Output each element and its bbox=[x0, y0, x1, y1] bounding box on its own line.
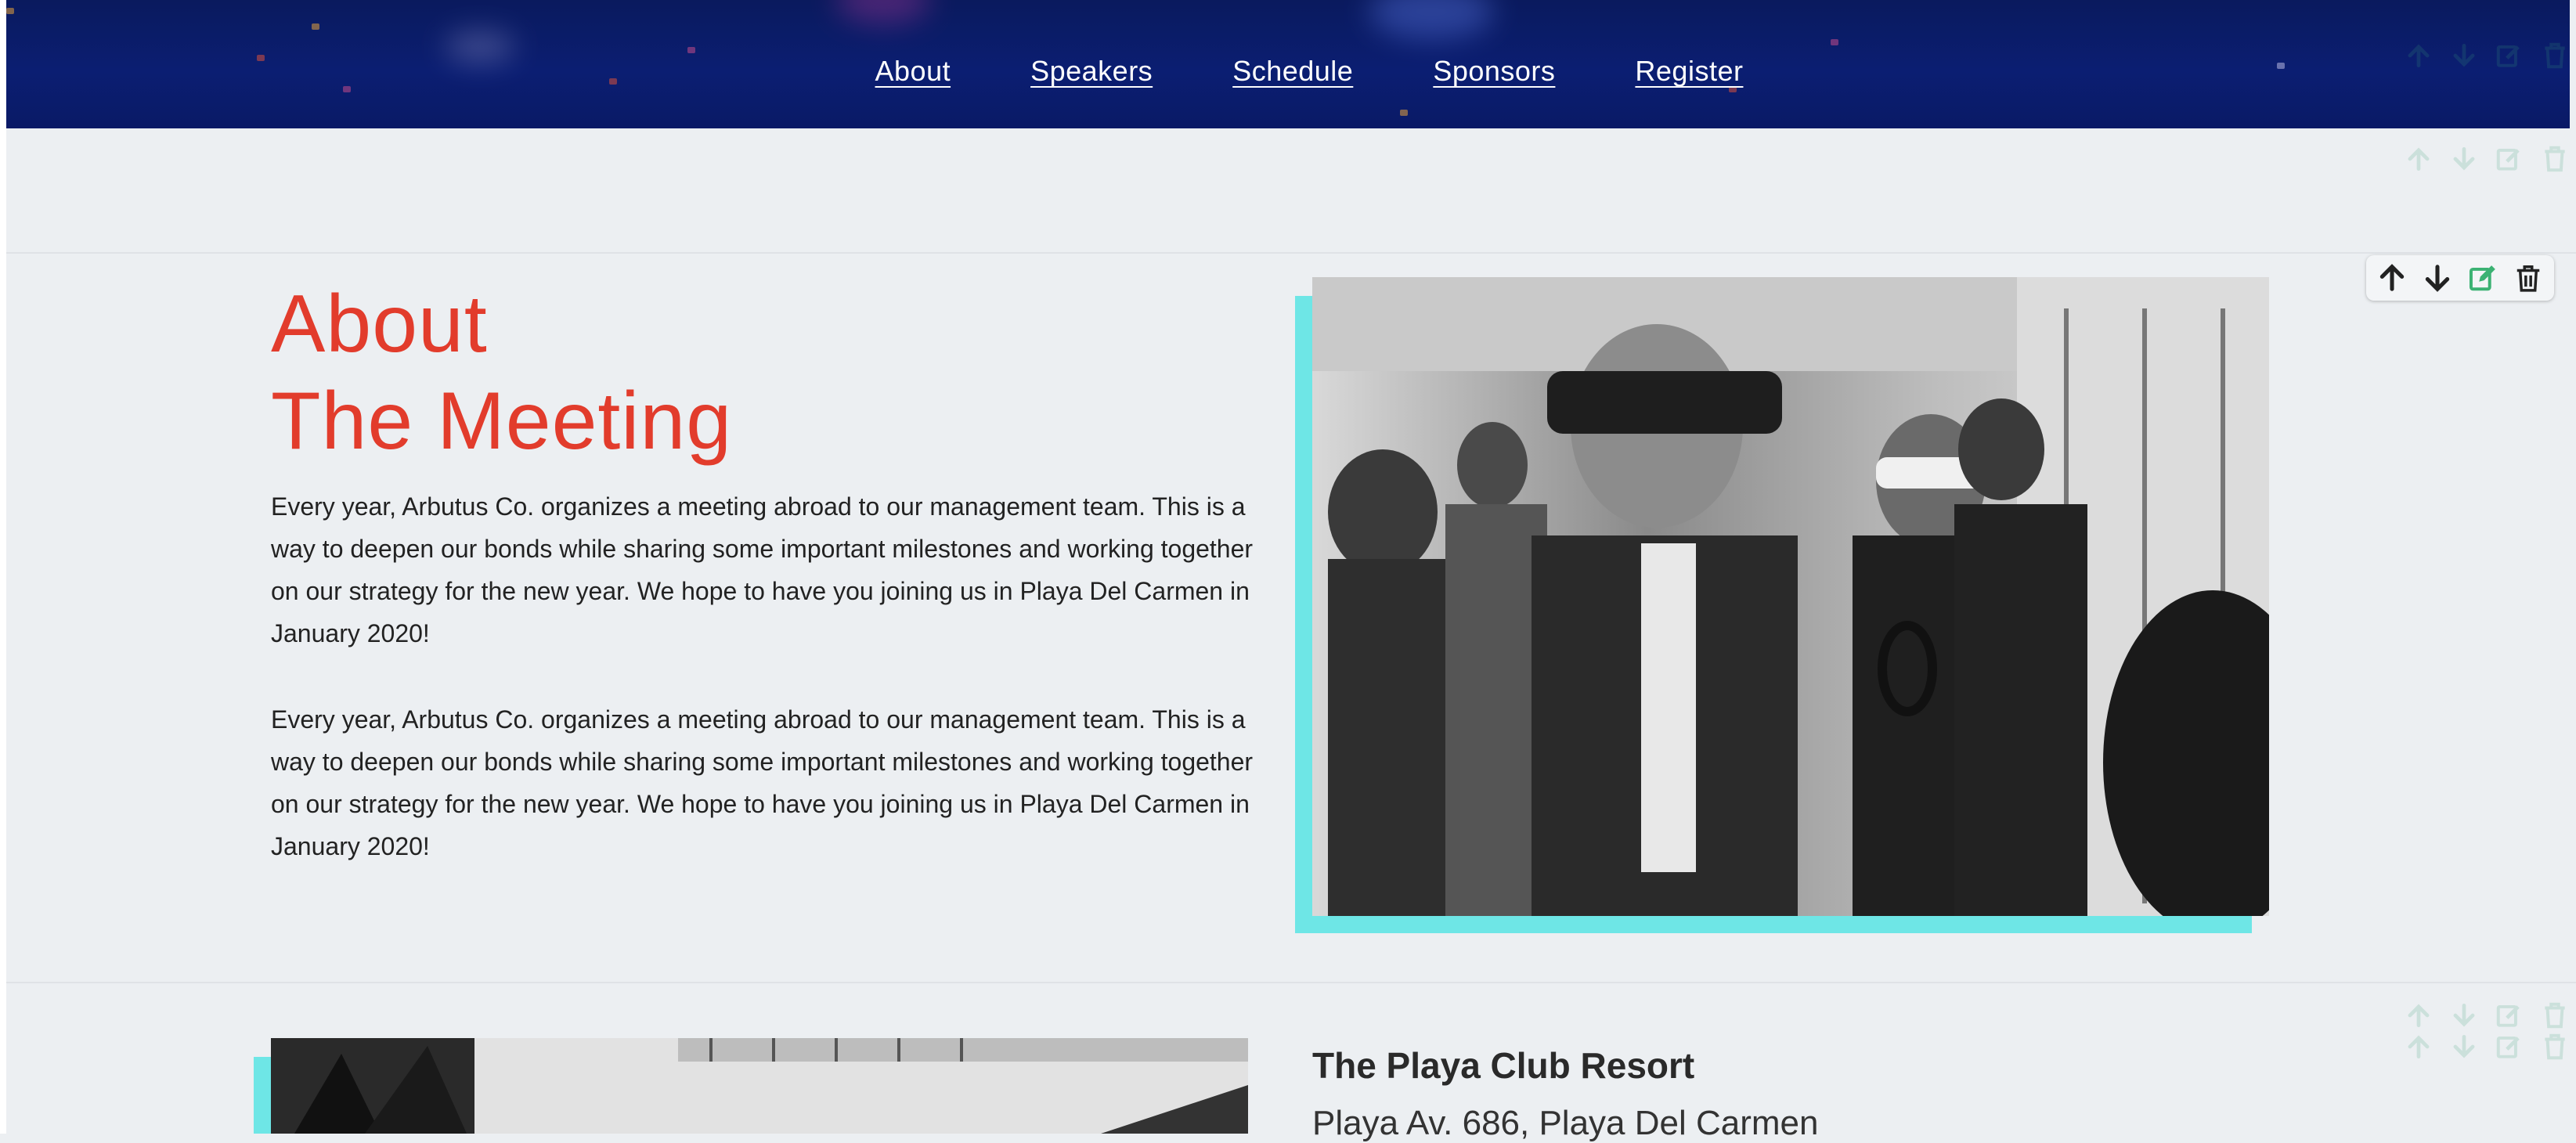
edit-icon[interactable] bbox=[2495, 41, 2524, 70]
arrow-down-icon[interactable] bbox=[2449, 1001, 2479, 1030]
nav-link-register[interactable]: Register bbox=[1635, 55, 1743, 88]
about-heading: About The Meeting bbox=[271, 276, 732, 470]
venue-name: The Playa Club Resort bbox=[1312, 1045, 1695, 1086]
edit-icon[interactable] bbox=[2495, 1032, 2524, 1062]
about-heading-line-2: The Meeting bbox=[271, 376, 733, 467]
nav-link-speakers[interactable]: Speakers bbox=[1030, 55, 1153, 88]
arrow-up-icon[interactable] bbox=[2404, 144, 2433, 174]
venue-photo bbox=[271, 1038, 1248, 1134]
arrow-down-icon[interactable] bbox=[2449, 1032, 2479, 1062]
section-controls-venue bbox=[2404, 1001, 2570, 1030]
about-heading-line-1: About bbox=[271, 279, 488, 370]
about-paragraph-2: Every year, Arbutus Co. organizes a meet… bbox=[271, 705, 1254, 860]
nav-link-about[interactable]: About bbox=[875, 55, 951, 88]
banner-glow bbox=[836, 0, 930, 23]
confetti bbox=[312, 23, 319, 30]
confetti bbox=[1400, 110, 1408, 116]
arrow-up-icon[interactable] bbox=[2404, 41, 2433, 70]
arrow-down-icon[interactable] bbox=[2423, 263, 2452, 293]
nav-link-schedule[interactable]: Schedule bbox=[1232, 55, 1353, 88]
vr-event-photo bbox=[1312, 277, 2269, 916]
trash-icon[interactable] bbox=[2513, 263, 2543, 293]
section-divider bbox=[6, 982, 2576, 983]
edit-icon[interactable] bbox=[2495, 1001, 2524, 1030]
arrow-up-icon[interactable] bbox=[2404, 1001, 2433, 1030]
trash-icon[interactable] bbox=[2540, 1032, 2570, 1062]
section-controls-venue-inner bbox=[2404, 1032, 2570, 1062]
window-edge bbox=[0, 0, 6, 1134]
arrow-up-icon[interactable] bbox=[2404, 1032, 2433, 1062]
arrow-up-icon[interactable] bbox=[2377, 263, 2407, 293]
arrow-down-icon[interactable] bbox=[2449, 144, 2479, 174]
section-controls-about bbox=[2366, 255, 2554, 301]
about-paragraph-1: Every year, Arbutus Co. organizes a meet… bbox=[271, 492, 1254, 647]
arrow-down-icon[interactable] bbox=[2449, 41, 2479, 70]
trash-icon[interactable] bbox=[2540, 1001, 2570, 1030]
section-controls-spacer bbox=[2404, 144, 2570, 174]
edit-icon[interactable] bbox=[2495, 144, 2524, 174]
nav-links: About Speakers Schedule Sponsors Registe… bbox=[6, 55, 2570, 88]
trash-icon[interactable] bbox=[2540, 144, 2570, 174]
edit-icon[interactable] bbox=[2468, 263, 2498, 293]
trash-icon[interactable] bbox=[2540, 41, 2570, 70]
top-navigation-bar: About Speakers Schedule Sponsors Registe… bbox=[6, 0, 2570, 128]
confetti bbox=[1831, 39, 1838, 45]
banner-glow bbox=[1369, 0, 1494, 39]
nav-link-sponsors[interactable]: Sponsors bbox=[1433, 55, 1555, 88]
section-divider bbox=[6, 252, 2576, 254]
confetti bbox=[687, 47, 695, 53]
confetti bbox=[6, 8, 14, 14]
section-controls-nav bbox=[2404, 41, 2570, 70]
venue-address: Playa Av. 686, Playa Del Carmen bbox=[1312, 1104, 1819, 1142]
